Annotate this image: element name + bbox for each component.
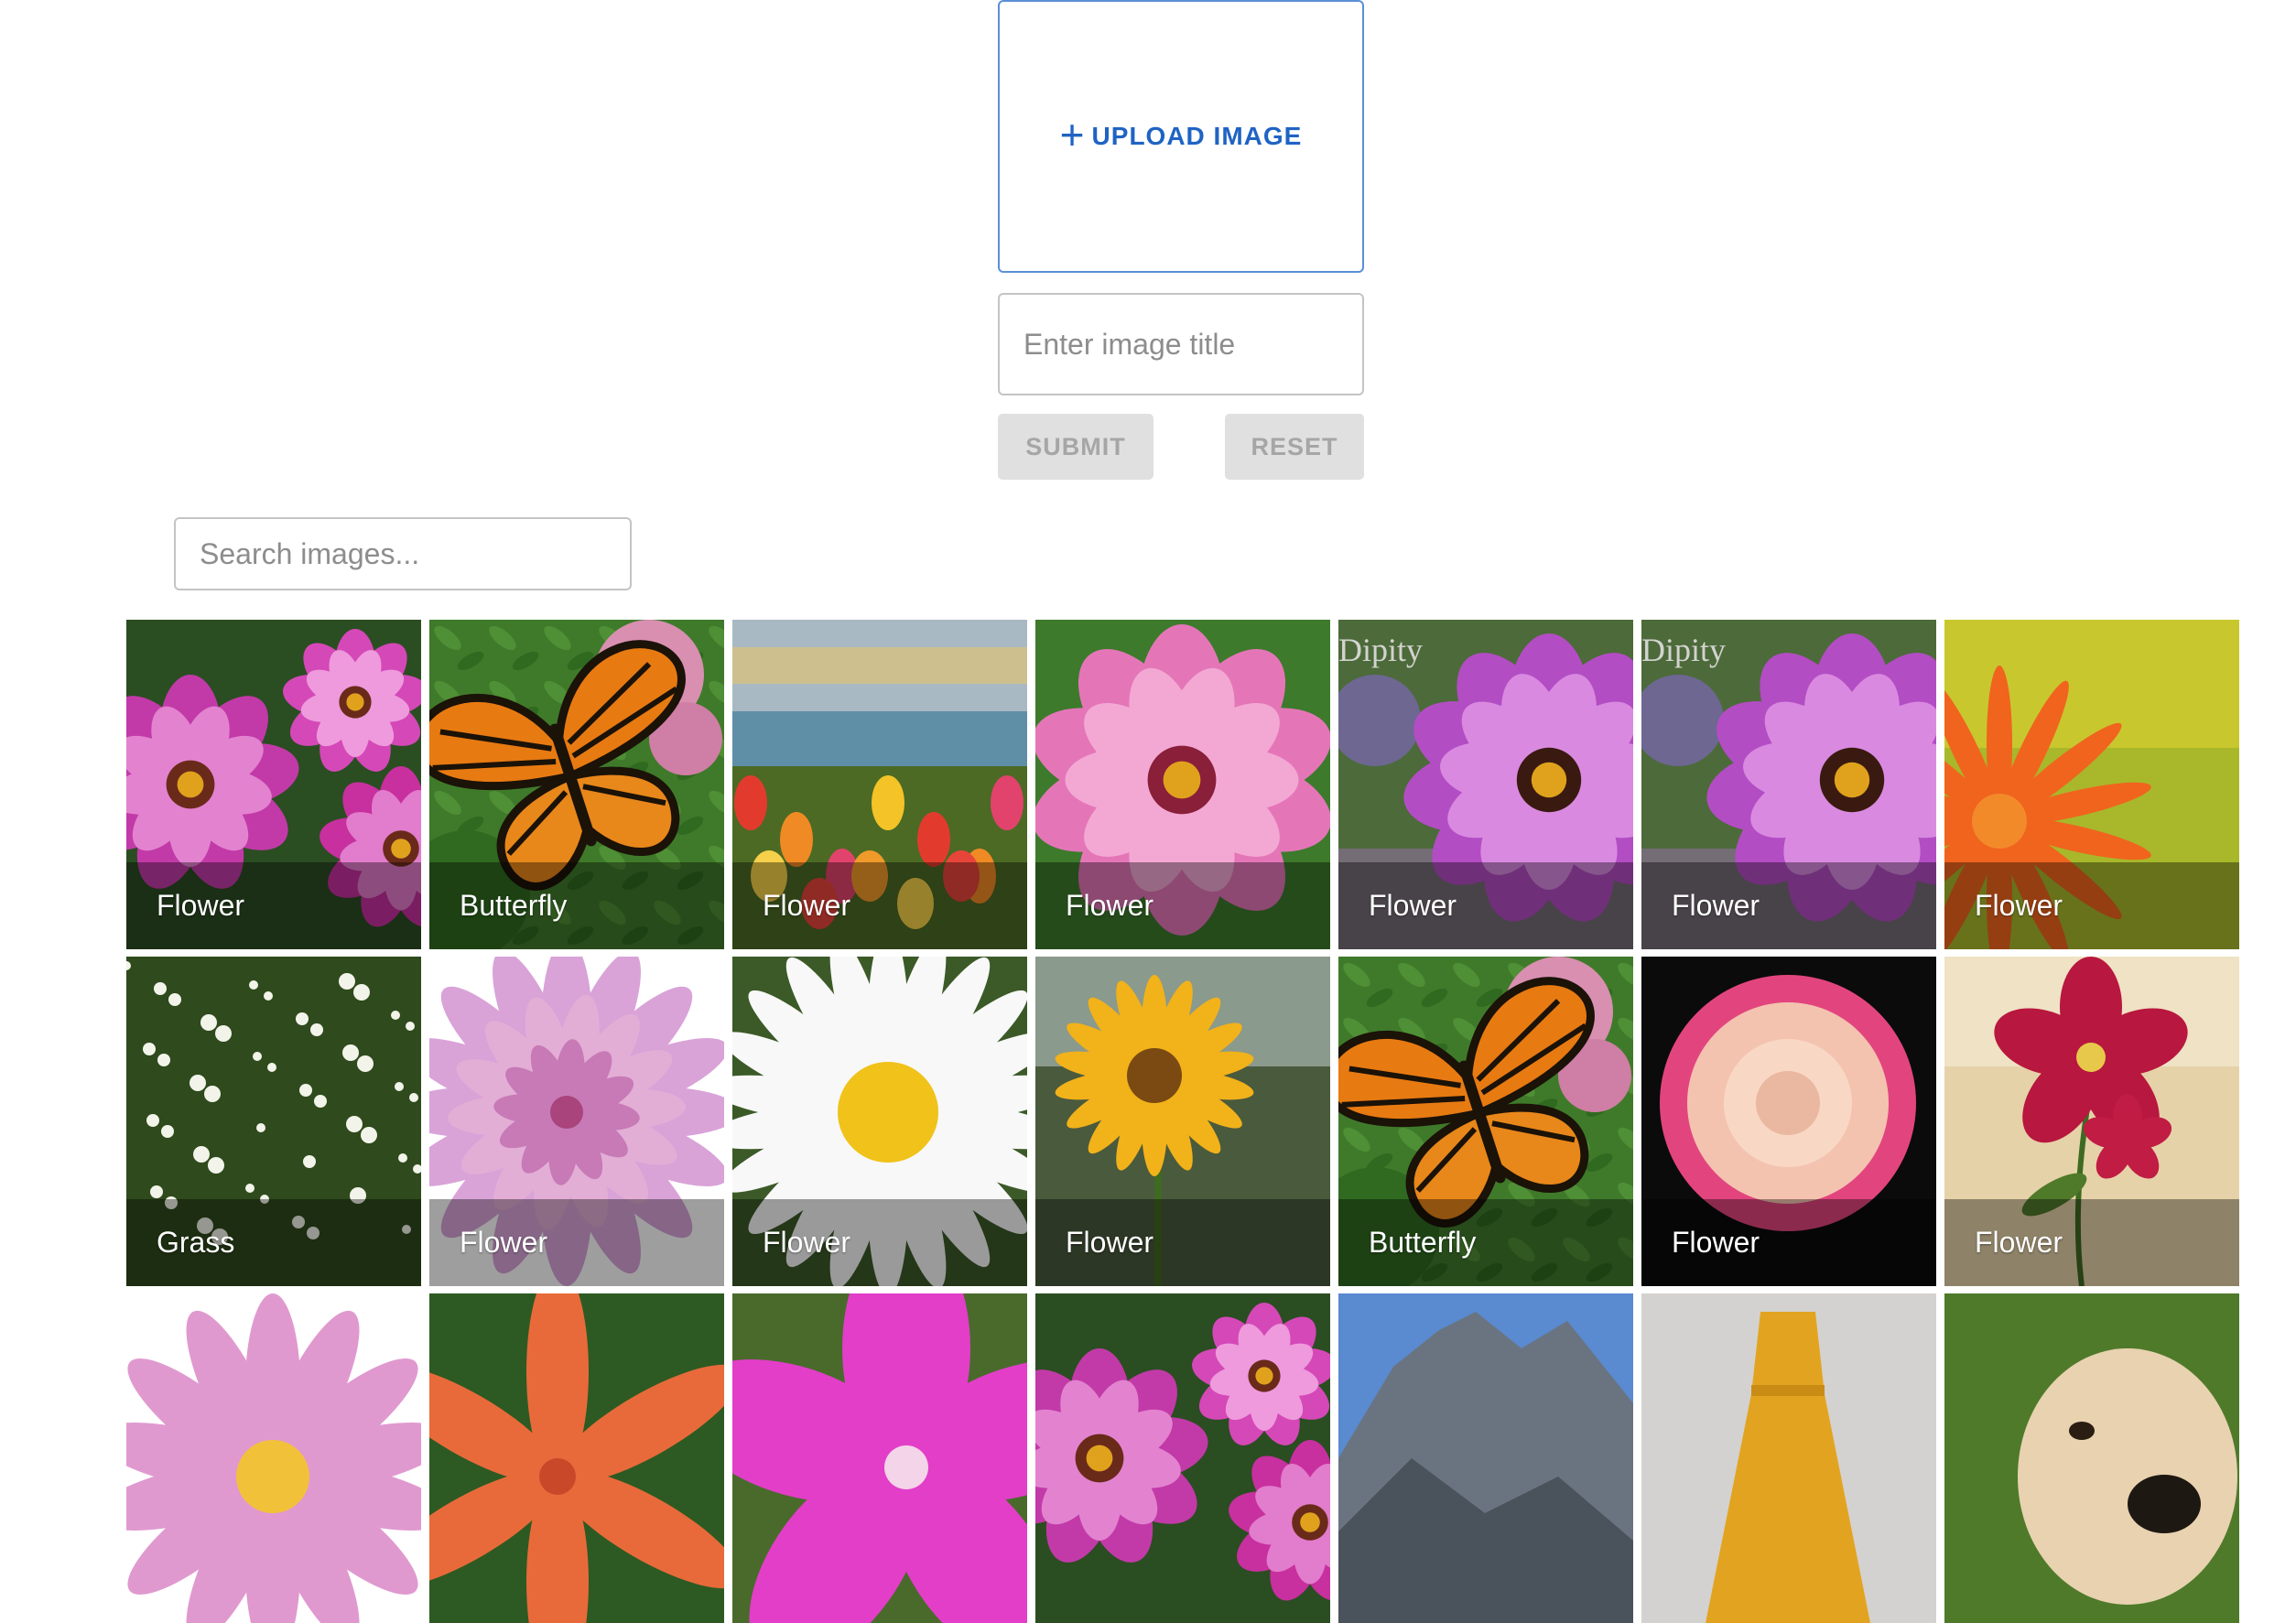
gallery-tile[interactable] <box>126 1293 421 1623</box>
image-caption: Butterfly <box>460 889 568 922</box>
image-gallery: Flower Butterfly Flower Flower Dipity Flo… <box>126 620 2239 1623</box>
gallery-image <box>1944 1293 2239 1623</box>
image-caption: Flower <box>157 889 245 922</box>
gallery-image <box>429 1293 724 1623</box>
gallery-tile[interactable]: Flower <box>126 620 421 949</box>
gallery-tile[interactable]: Flower <box>732 620 1027 949</box>
image-watermark: Dipity <box>1338 632 1424 668</box>
upload-image-dropzone[interactable]: + UPLOAD IMAGE <box>998 0 1364 273</box>
gallery-tile[interactable] <box>1338 1293 1633 1623</box>
gallery-tile[interactable]: Flower <box>1641 957 1936 1286</box>
image-caption: Butterfly <box>1369 1226 1477 1259</box>
image-caption: Flower <box>1975 1226 2063 1259</box>
caption-bar: Flower <box>1035 862 1330 949</box>
caption-bar: Butterfly <box>1338 1199 1633 1286</box>
caption-bar: Grass <box>126 1199 421 1286</box>
caption-bar: Flower <box>1944 1199 2239 1286</box>
image-caption: Flower <box>1066 1226 1154 1259</box>
submit-button[interactable]: SUBMIT <box>998 414 1153 480</box>
image-caption: Flower <box>1066 889 1154 922</box>
image-caption: Flower <box>1975 889 2063 922</box>
caption-bar: Flower <box>732 1199 1027 1286</box>
caption-bar: Flower <box>1641 1199 1936 1286</box>
gallery-tile[interactable]: Flower <box>1035 957 1330 1286</box>
gallery-tile[interactable] <box>1035 1293 1330 1623</box>
gallery-tile[interactable]: Dipity Flower <box>1641 620 1936 949</box>
gallery-tile[interactable]: Flower <box>429 957 724 1286</box>
image-caption: Flower <box>1672 889 1760 922</box>
gallery-image <box>1338 1293 1633 1623</box>
caption-bar: Flower <box>732 862 1027 949</box>
image-watermark: Dipity <box>1641 632 1727 668</box>
caption-bar: Flower <box>126 862 421 949</box>
gallery-tile[interactable] <box>732 1293 1027 1623</box>
gallery-image <box>1641 1293 1936 1623</box>
gallery-tile[interactable]: Flower <box>1944 620 2239 949</box>
image-title-input[interactable] <box>998 293 1364 395</box>
gallery-tile[interactable]: Butterfly <box>1338 957 1633 1286</box>
image-caption: Flower <box>763 889 851 922</box>
gallery-image <box>732 1293 1027 1623</box>
gallery-image <box>126 1293 421 1623</box>
gallery-tile[interactable] <box>429 1293 724 1623</box>
caption-bar: Butterfly <box>429 862 724 949</box>
gallery-tile[interactable]: Flower <box>732 957 1027 1286</box>
caption-bar: Flower <box>1338 862 1633 949</box>
image-caption: Grass <box>157 1226 235 1259</box>
caption-bar: Flower <box>1035 1199 1330 1286</box>
image-caption: Flower <box>460 1226 548 1259</box>
upload-image-label: UPLOAD IMAGE <box>1091 122 1303 150</box>
upload-image-button[interactable]: + UPLOAD IMAGE <box>1059 111 1303 158</box>
gallery-image <box>1035 1293 1330 1623</box>
image-caption: Flower <box>1369 889 1457 922</box>
gallery-tile[interactable] <box>1944 1293 2239 1623</box>
caption-bar: Flower <box>1944 862 2239 949</box>
search-images-input[interactable] <box>174 517 632 590</box>
gallery-tile[interactable]: Dipity Flower <box>1338 620 1633 949</box>
gallery-tile[interactable]: Flower <box>1944 957 2239 1286</box>
reset-button[interactable]: RESET <box>1225 414 1364 480</box>
gallery-tile[interactable] <box>1641 1293 1936 1623</box>
caption-bar: Flower <box>429 1199 724 1286</box>
gallery-tile[interactable]: Flower <box>1035 620 1330 949</box>
plus-icon: + <box>1059 111 1085 158</box>
image-caption: Flower <box>763 1226 851 1259</box>
image-caption: Flower <box>1672 1226 1760 1259</box>
caption-bar: Flower <box>1641 862 1936 949</box>
gallery-tile[interactable]: Butterfly <box>429 620 724 949</box>
gallery-tile[interactable]: Grass <box>126 957 421 1286</box>
